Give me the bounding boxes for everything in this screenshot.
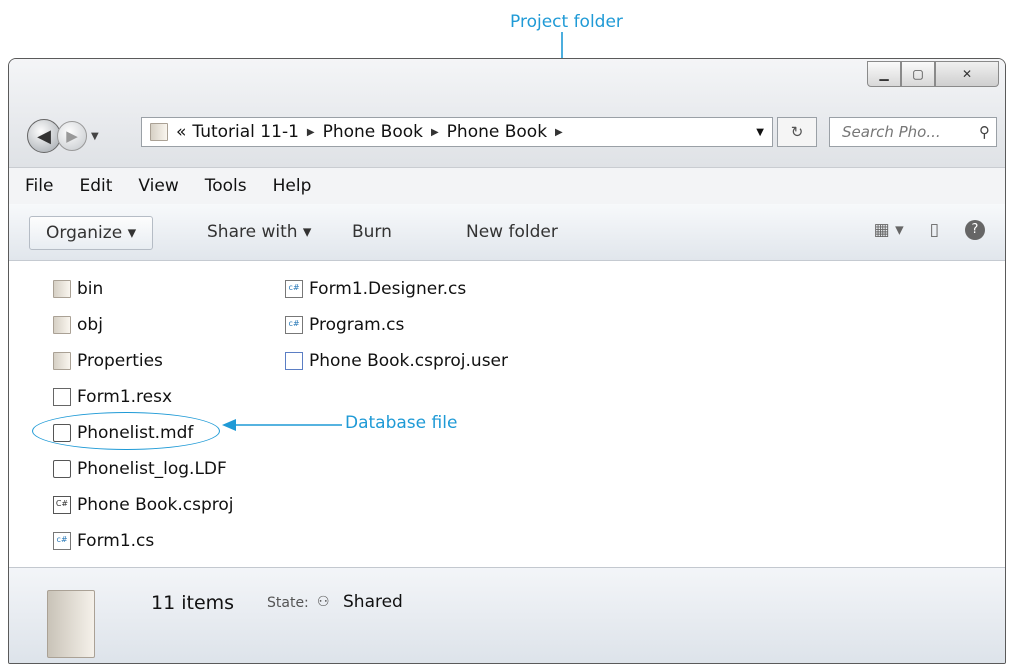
- maximize-button[interactable]: ▢: [901, 61, 935, 87]
- shared-users-icon: ⚇: [317, 594, 330, 610]
- list-item[interactable]: Form1.resx: [53, 379, 234, 415]
- file-label: Form1.Designer.cs: [309, 279, 467, 299]
- project-folder-annotation: Project folder: [510, 12, 623, 32]
- explorer-window: ▁ ▢ ✕ ◀ ▶ ▼ « Tutorial 11-1 ▶ Phone Book…: [8, 58, 1006, 664]
- menu-view[interactable]: View: [138, 176, 178, 196]
- list-item[interactable]: c# Form1.Designer.cs: [285, 271, 508, 307]
- back-button[interactable]: ◀: [27, 119, 61, 153]
- forward-arrow-icon: ▶: [66, 127, 78, 145]
- folder-icon: [53, 280, 71, 298]
- file-label: Form1.cs: [77, 531, 155, 551]
- database-file-highlight: [32, 412, 220, 450]
- back-arrow-icon: ◀: [37, 125, 51, 147]
- file-label: Program.cs: [309, 315, 405, 335]
- file-label: Properties: [77, 351, 163, 371]
- chevron-right-icon[interactable]: ▶: [307, 127, 315, 138]
- address-bar[interactable]: « Tutorial 11-1 ▶ Phone Book ▶ Phone Boo…: [141, 117, 773, 147]
- address-dropdown-icon[interactable]: ▼: [756, 127, 764, 138]
- item-count: 11 items: [151, 592, 235, 614]
- forward-button[interactable]: ▶: [57, 121, 87, 151]
- state-label: State:: [267, 595, 309, 611]
- breadcrumb-tutorial[interactable]: Tutorial 11-1: [192, 122, 298, 142]
- list-item[interactable]: bin: [53, 271, 234, 307]
- folder-icon: [53, 316, 71, 334]
- database-file-annotation: Database file: [345, 413, 458, 433]
- search-input[interactable]: Search Pho... ⚲: [829, 117, 997, 147]
- list-item[interactable]: Properties: [53, 343, 234, 379]
- chevron-right-icon[interactable]: ▶: [431, 127, 439, 138]
- burn-button[interactable]: Burn: [352, 216, 392, 248]
- list-item[interactable]: Phonelist_log.LDF: [53, 451, 234, 487]
- new-folder-button[interactable]: New folder: [466, 216, 558, 248]
- state-value: Shared: [343, 592, 403, 612]
- list-item[interactable]: C# Phone Book.csproj: [53, 487, 234, 523]
- address-overflow[interactable]: «: [176, 122, 186, 142]
- search-placeholder: Search Pho...: [842, 123, 941, 141]
- list-item[interactable]: obj: [53, 307, 234, 343]
- user-settings-file-icon: [285, 352, 303, 370]
- folder-large-icon: [47, 590, 95, 658]
- file-column-2: c# Form1.Designer.cs c# Program.cs Phone B…: [285, 271, 508, 379]
- folder-icon: [53, 352, 71, 370]
- database-file-arrow: [222, 419, 342, 431]
- menu-help[interactable]: Help: [273, 176, 312, 196]
- refresh-button[interactable]: ↻: [777, 117, 817, 147]
- list-item[interactable]: Phone Book.csproj.user: [285, 343, 508, 379]
- share-with-button[interactable]: Share with ▾: [207, 216, 311, 248]
- list-item[interactable]: c# Program.cs: [285, 307, 508, 343]
- menu-edit[interactable]: Edit: [79, 176, 112, 196]
- navigation-buttons: ◀ ▶ ▼: [27, 119, 99, 153]
- file-label: bin: [77, 279, 104, 299]
- csharp-file-icon: c#: [53, 532, 71, 550]
- resource-file-icon: [53, 388, 71, 406]
- file-label: Phone Book.csproj.user: [309, 351, 508, 371]
- preview-pane-icon[interactable]: ▯: [930, 220, 939, 240]
- title-bar: ▁ ▢ ✕ ◀ ▶ ▼ « Tutorial 11-1 ▶ Phone Book…: [9, 59, 1005, 167]
- details-pane: 11 items State: ⚇ Shared: [9, 567, 1005, 663]
- file-label: obj: [77, 315, 103, 335]
- breadcrumb-phone-book-current[interactable]: Phone Book: [447, 122, 547, 142]
- csharp-file-icon: c#: [285, 280, 303, 298]
- file-label: Form1.resx: [77, 387, 173, 407]
- breadcrumb-phone-book[interactable]: Phone Book: [323, 122, 423, 142]
- csharp-project-icon: C#: [53, 496, 71, 514]
- organize-button[interactable]: Organize ▾: [29, 216, 154, 250]
- help-icon[interactable]: ?: [965, 220, 985, 240]
- close-button[interactable]: ✕: [935, 61, 999, 87]
- search-icon[interactable]: ⚲: [979, 123, 990, 141]
- refresh-icon: ↻: [790, 123, 804, 141]
- view-options-icon[interactable]: ▦ ▾: [874, 220, 904, 240]
- folder-icon: [150, 123, 168, 141]
- file-label: Phonelist_log.LDF: [77, 459, 227, 479]
- minimize-button[interactable]: ▁: [867, 61, 901, 87]
- menu-file[interactable]: File: [25, 176, 53, 196]
- recent-pages-dropdown-icon[interactable]: ▼: [91, 131, 99, 142]
- csharp-file-icon: c#: [285, 316, 303, 334]
- menu-tools[interactable]: Tools: [205, 176, 247, 196]
- menu-bar: File Edit View Tools Help: [9, 167, 1005, 205]
- command-bar: Organize ▾ Share with ▾ Burn New folder …: [9, 204, 1005, 261]
- chevron-right-icon[interactable]: ▶: [555, 127, 563, 138]
- log-file-icon: [53, 460, 71, 478]
- list-item[interactable]: c# Form1.cs: [53, 523, 234, 559]
- file-label: Phone Book.csproj: [77, 495, 234, 515]
